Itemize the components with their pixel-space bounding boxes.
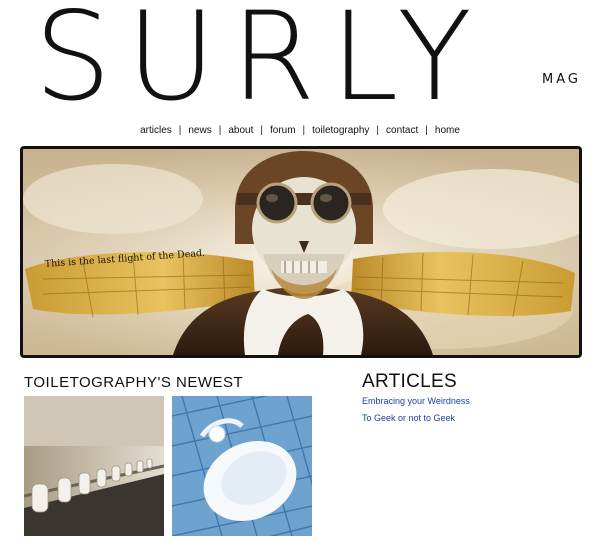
nav-separator: | — [178, 125, 182, 136]
nav-separator: | — [218, 125, 222, 136]
site-logo[interactable]: SURLY MAG — [34, 0, 594, 128]
nav-about[interactable]: about — [228, 125, 253, 136]
nav-separator: | — [302, 125, 306, 136]
article-link-weirdness[interactable]: Embracing your Weirdness — [362, 396, 470, 406]
nav-separator: | — [260, 125, 263, 136]
nav-separator: | — [425, 125, 428, 136]
nav-contact[interactable]: contact — [386, 125, 418, 136]
toilet-bowl-photo — [172, 396, 312, 536]
toilet-thumbnail[interactable] — [24, 396, 164, 536]
toiletography-heading: TOILETOGRAPHY'S NEWEST — [24, 374, 244, 391]
article-link-geek[interactable]: To Geek or not to Geek — [362, 413, 455, 423]
nav-forum[interactable]: forum — [270, 125, 296, 136]
nav-news[interactable]: news — [188, 125, 211, 136]
logo-subtitle: MAG — [542, 72, 581, 87]
banner-illustration: This is the last flight of the Dead. — [23, 149, 579, 355]
articles-heading: ARTICLES — [362, 371, 457, 392]
nav-articles[interactable]: articles — [140, 125, 172, 136]
toilet-thumbnail[interactable] — [172, 396, 312, 536]
logo-wordmark: SURLY — [34, 0, 487, 128]
hero-banner[interactable]: This is the last flight of the Dead. — [20, 146, 582, 358]
nav-home[interactable]: home — [435, 125, 460, 136]
nav-toiletography[interactable]: toiletography — [312, 125, 369, 136]
nav-separator: | — [376, 125, 380, 136]
main-nav: articles | news | about | forum | toiletography |… — [0, 125, 600, 136]
urinals-photo — [24, 396, 164, 536]
